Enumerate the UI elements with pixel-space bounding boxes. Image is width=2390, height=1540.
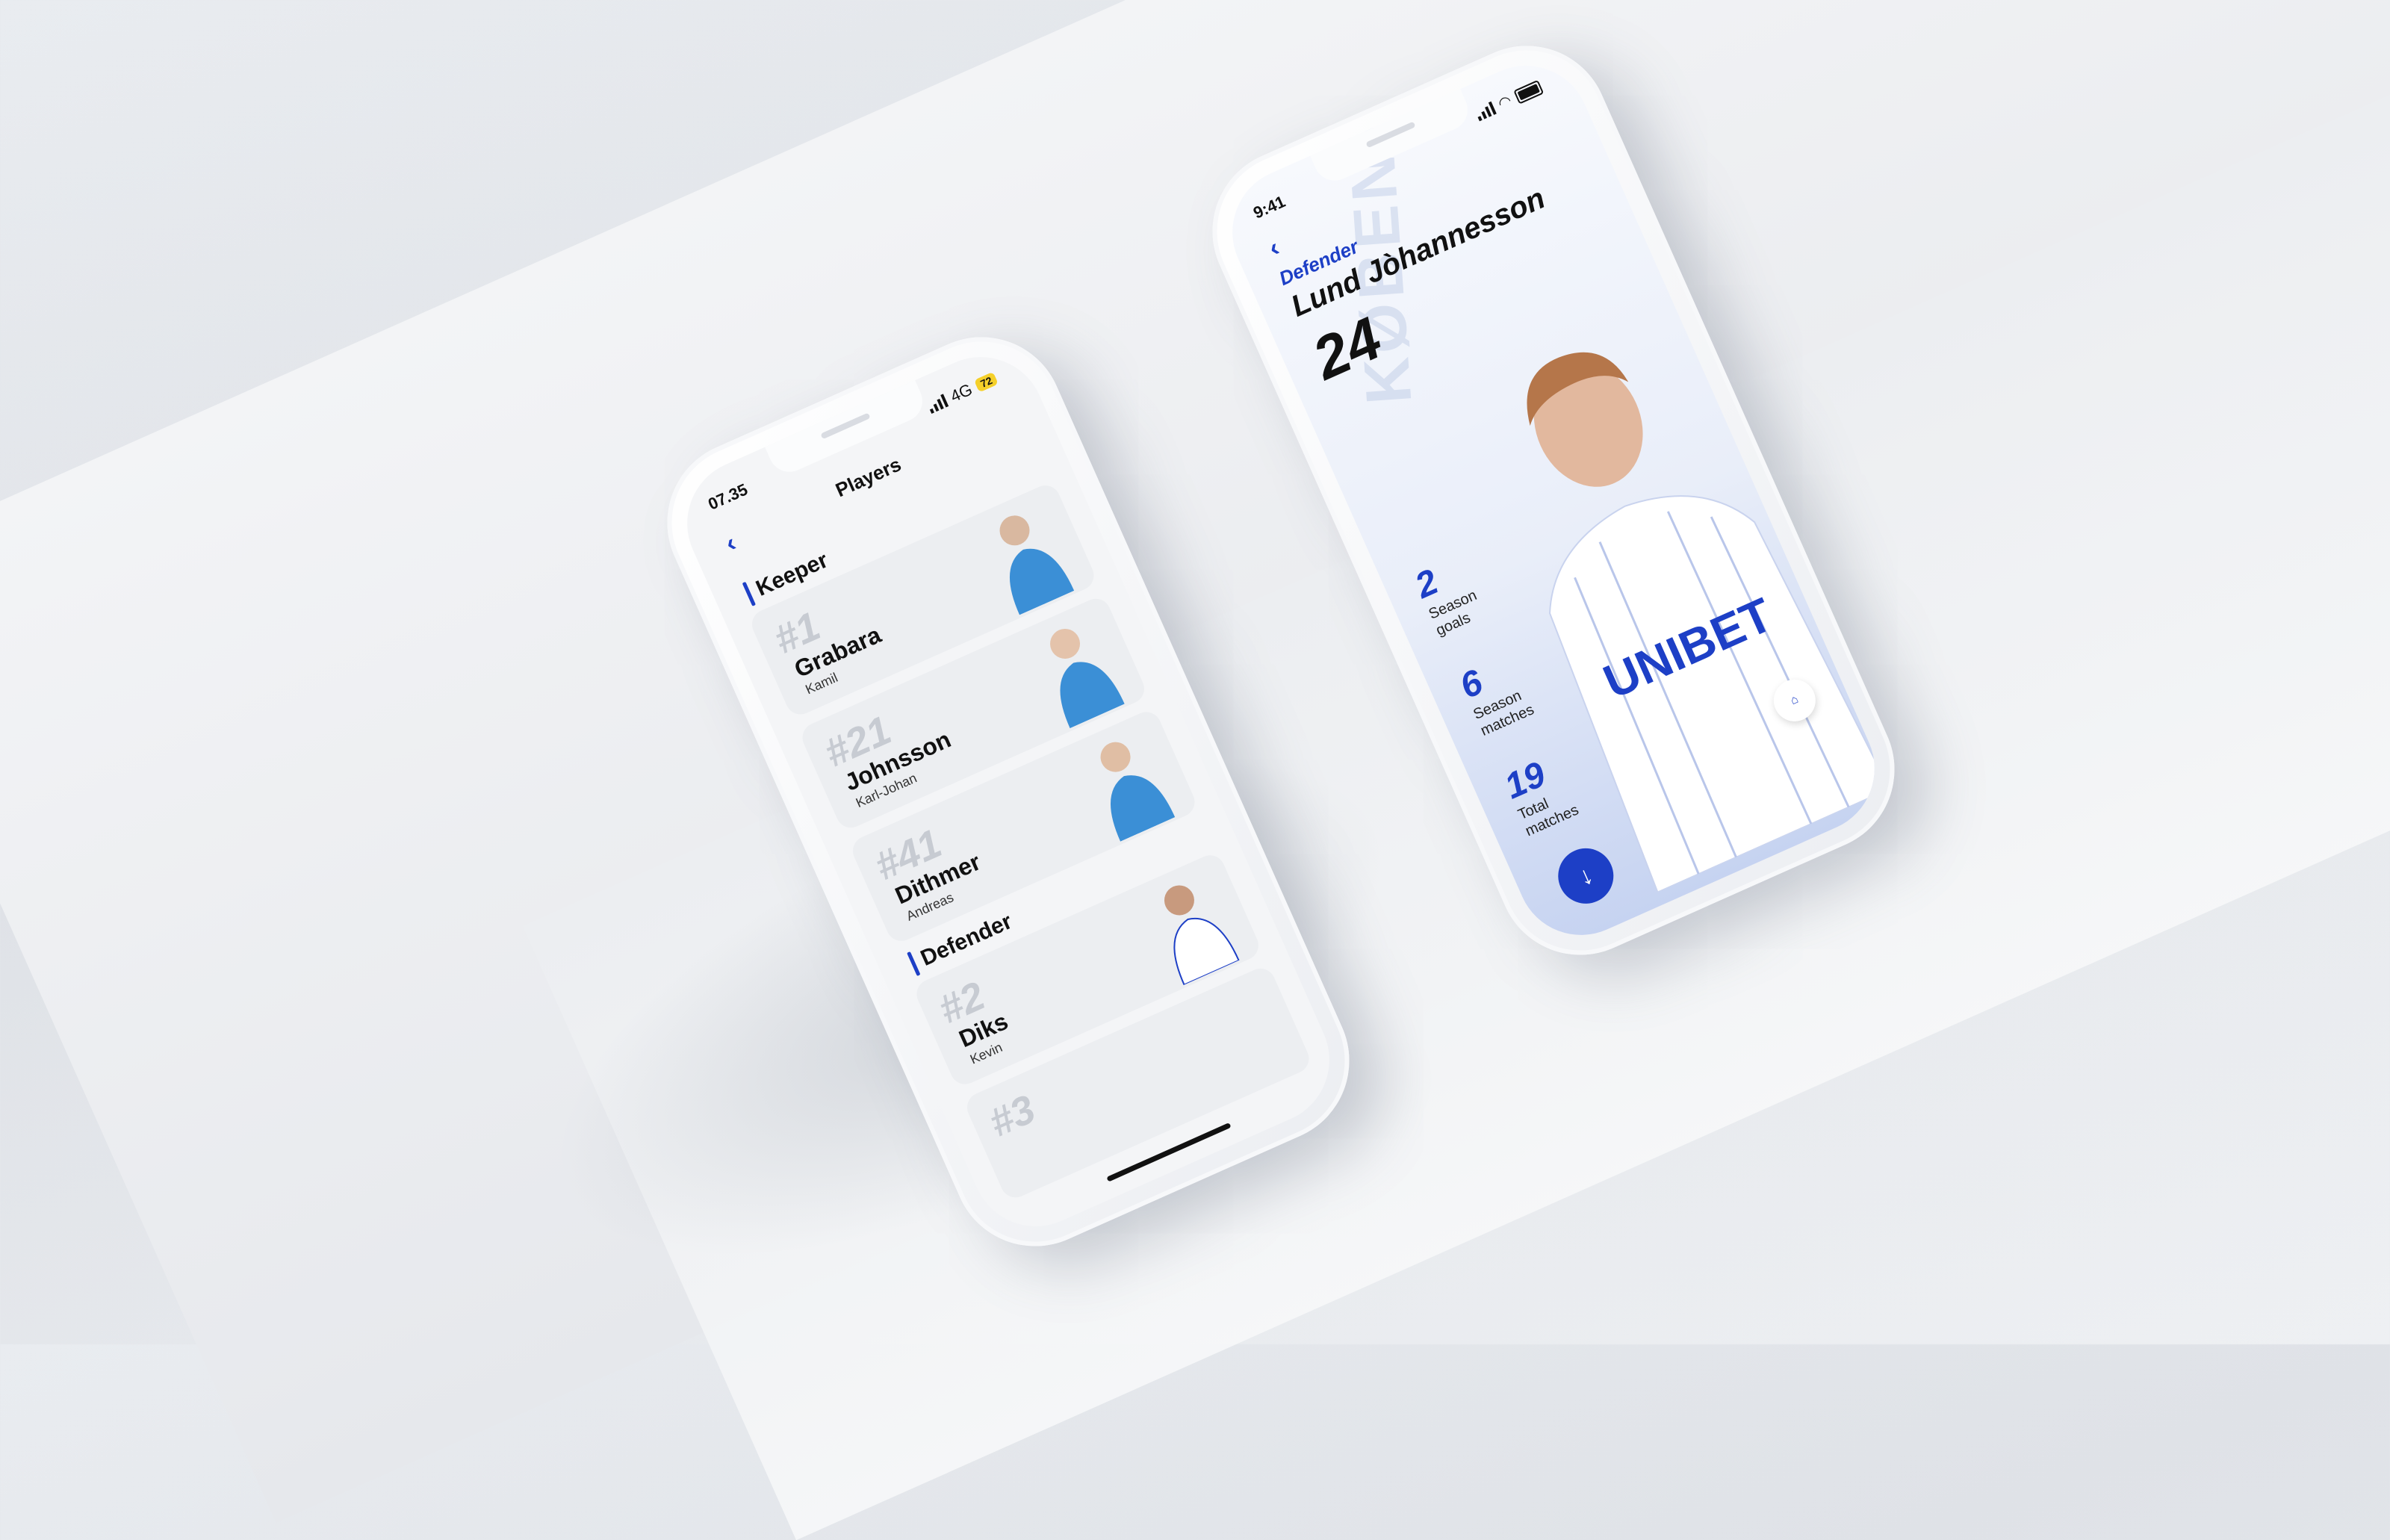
signal-icon — [926, 394, 949, 414]
player-photo — [999, 515, 1075, 615]
status-icons: ◠ — [1473, 78, 1545, 123]
stat-total-matches: 19 Total matches — [1499, 747, 1582, 840]
chevron-left-icon[interactable]: ‹ — [1264, 233, 1284, 263]
player-photo — [1050, 628, 1125, 729]
section-accent — [742, 581, 757, 606]
battery-badge: 72 — [974, 371, 999, 393]
status-time: 07.35 — [705, 479, 751, 514]
section-accent — [907, 951, 921, 977]
player-photo — [1164, 885, 1240, 986]
status-time: 9:41 — [1250, 191, 1288, 223]
signal-icon — [1474, 101, 1497, 122]
battery-icon — [1513, 79, 1545, 105]
player-number: #3 — [982, 1086, 1042, 1146]
stat-season-goals: 2 Season goals — [1409, 547, 1492, 640]
network-label: 4G — [947, 379, 975, 406]
stat-season-matches: 6 Season matches — [1454, 647, 1537, 740]
wifi-icon: ◠ — [1495, 92, 1515, 113]
player-photo — [1100, 742, 1176, 842]
